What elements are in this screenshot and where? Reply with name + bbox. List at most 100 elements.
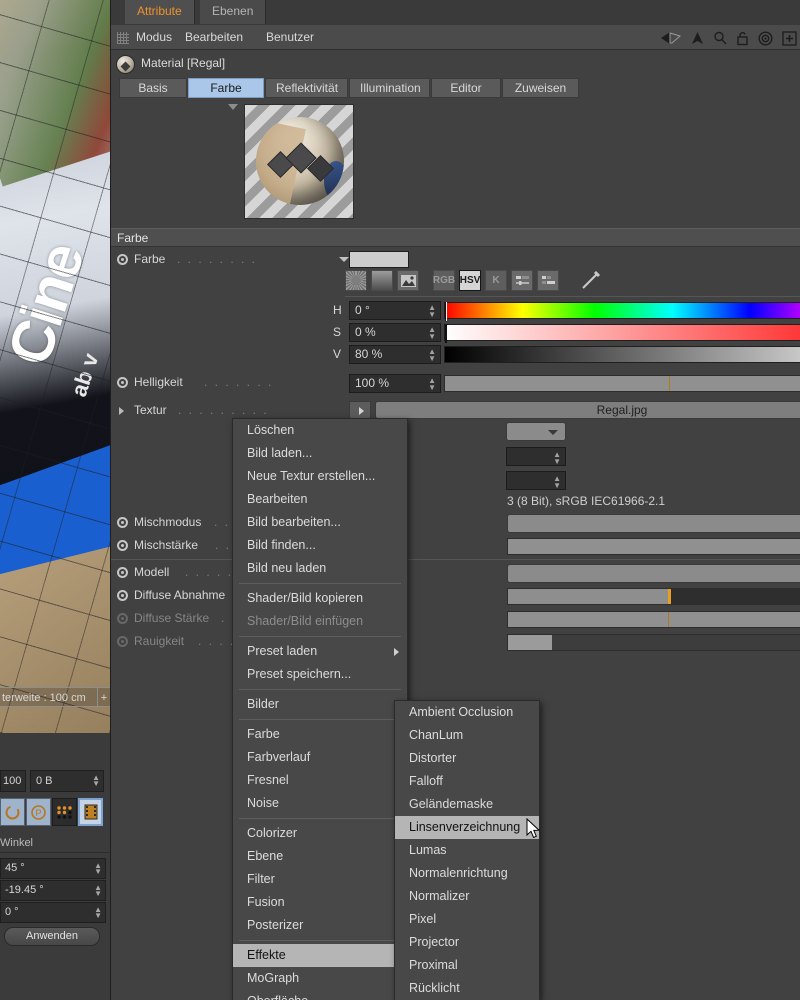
viewport-plus-icon[interactable]: + — [97, 688, 110, 708]
color-wheel-button[interactable] — [345, 270, 367, 291]
texture-menu-button[interactable] — [349, 401, 371, 419]
animate-dot-icon[interactable] — [117, 636, 128, 647]
left-panel-angle-x[interactable]: 45 ° ▲▼ — [0, 858, 106, 879]
spinner-icon[interactable]: ▲▼ — [94, 863, 102, 875]
search-icon[interactable] — [713, 31, 727, 45]
animate-dot-icon[interactable] — [117, 254, 128, 265]
apply-button[interactable]: Anwenden — [4, 927, 100, 946]
animate-dot-icon[interactable] — [117, 377, 128, 388]
diffuse-staerke-slider[interactable] — [507, 611, 800, 628]
left-panel-angle-z[interactable]: 0 ° ▲▼ — [0, 902, 106, 923]
submenu-item-proximal[interactable]: Proximal — [395, 954, 539, 977]
mixer-button[interactable] — [511, 270, 533, 291]
menu-item-bild-laden[interactable]: Bild laden... — [233, 442, 407, 465]
menu-item-colorizer[interactable]: Colorizer — [233, 822, 407, 845]
saturation-marker[interactable] — [445, 324, 447, 343]
submenu-item-falloff[interactable]: Falloff — [395, 770, 539, 793]
plus-icon[interactable] — [782, 31, 797, 46]
rotate-icon[interactable] — [0, 798, 25, 826]
texture-context-menu[interactable]: Löschen Bild laden... Neue Textur erstel… — [232, 418, 408, 1000]
spinner-icon[interactable]: ▲▼ — [92, 775, 100, 787]
spinner-icon[interactable]: ▲▼ — [428, 348, 436, 362]
lock-icon[interactable] — [736, 31, 749, 46]
menu-item-farbverlauf[interactable]: Farbverlauf — [233, 746, 407, 769]
submenu-item-linsenverzeichnung[interactable]: Linsenverzeichnung — [395, 816, 539, 839]
submenu-item-normalizer[interactable]: Normalizer — [395, 885, 539, 908]
texture-param-b[interactable]: ▲▼ — [506, 471, 566, 490]
submenu-item-ambient-occlusion[interactable]: Ambient Occlusion — [395, 701, 539, 724]
submenu-item-distorter[interactable]: Distorter — [395, 747, 539, 770]
menu-item-ebene[interactable]: Ebene — [233, 845, 407, 868]
menu-item-bearbeiten[interactable]: Bearbeiten — [233, 488, 407, 511]
tab-basis[interactable]: Basis — [119, 78, 187, 98]
value-input[interactable]: 80 % ▲▼ — [349, 345, 441, 364]
submenu-item-gelaendemaske[interactable]: Geländemaske — [395, 793, 539, 816]
chevron-down-icon[interactable] — [339, 257, 349, 262]
target-icon[interactable] — [758, 31, 773, 46]
menu-item-shader-bild-kopieren[interactable]: Shader/Bild kopieren — [233, 587, 407, 610]
film-strip-icon[interactable] — [78, 798, 103, 826]
material-thumbnail-icon[interactable] — [116, 55, 135, 74]
spinner-icon[interactable]: ▲▼ — [428, 326, 436, 340]
menu-item-bild-neu-laden[interactable]: Bild neu laden — [233, 557, 407, 580]
spinner-icon[interactable]: ▲▼ — [94, 885, 102, 897]
menu-item-mograph[interactable]: MoGraph — [233, 967, 407, 990]
menu-item-noise[interactable]: Noise — [233, 792, 407, 815]
submenu-item-lumas[interactable]: Lumas — [395, 839, 539, 862]
menu-item-neue-textur-erstellen[interactable]: Neue Textur erstellen... — [233, 465, 407, 488]
menu-item-loeschen[interactable]: Löschen — [233, 419, 407, 442]
mischstaerke-slider[interactable] — [507, 538, 800, 555]
spinner-icon[interactable]: ▲▼ — [94, 907, 102, 919]
texture-param-a[interactable]: ▲▼ — [506, 447, 566, 466]
submenu-item-pixel[interactable]: Pixel — [395, 908, 539, 931]
color-swatch[interactable] — [349, 251, 409, 268]
slider-knob[interactable] — [668, 612, 669, 627]
tab-farbe[interactable]: Farbe — [188, 78, 264, 98]
hue-gradient-bar[interactable] — [444, 302, 800, 319]
menu-item-farbe[interactable]: Farbe — [233, 723, 407, 746]
left-panel-size-field[interactable]: 0 B ▲▼ — [30, 770, 104, 792]
swatches-button[interactable] — [537, 270, 559, 291]
rgb-button[interactable]: RGB — [433, 270, 455, 291]
animate-dot-icon[interactable] — [117, 613, 128, 624]
menu-item-preset-speichern[interactable]: Preset speichern... — [233, 663, 407, 686]
modell-combo[interactable] — [507, 564, 800, 583]
spinner-icon[interactable]: ▲▼ — [553, 475, 561, 489]
tab-attribute[interactable]: Attribute — [125, 0, 195, 24]
rauigkeit-slider[interactable] — [507, 634, 800, 651]
menu-bearbeiten[interactable]: Bearbeiten — [185, 25, 243, 51]
p-icon[interactable]: P — [26, 798, 51, 826]
gradient-button[interactable] — [371, 270, 393, 291]
texture-path-field[interactable]: Regal.jpg — [375, 401, 800, 419]
menu-modus[interactable]: Modus — [136, 25, 172, 51]
left-panel-num-field[interactable]: 100 — [0, 770, 26, 792]
tab-ebenen[interactable]: Ebenen — [200, 0, 266, 24]
slider-knob[interactable] — [668, 589, 671, 604]
slider-knob[interactable] — [669, 376, 670, 391]
submenu-item-ruecklicht[interactable]: Rücklicht — [395, 977, 539, 1000]
diffuse-abnahme-slider[interactable] — [507, 588, 800, 605]
kelvin-button[interactable]: K — [485, 270, 507, 291]
value-gradient-bar[interactable] — [444, 346, 800, 363]
dots-grid-icon[interactable] — [52, 798, 77, 826]
animate-dot-icon[interactable] — [117, 567, 128, 578]
saturation-gradient-bar[interactable] — [444, 324, 800, 341]
animate-dot-icon[interactable] — [117, 517, 128, 528]
menu-benutzer[interactable]: Benutzer — [266, 25, 314, 51]
menu-item-bilder[interactable]: Bilder — [233, 693, 407, 716]
menu-item-preset-laden[interactable]: Preset laden — [233, 640, 407, 663]
image-picker-button[interactable] — [397, 270, 419, 291]
animate-dot-icon[interactable] — [117, 590, 128, 601]
saturation-input[interactable]: 0 % ▲▼ — [349, 323, 441, 342]
spinner-icon[interactable]: ▲▼ — [428, 377, 436, 391]
chevron-right-icon[interactable] — [119, 407, 124, 415]
texture-sampling-combo[interactable] — [506, 422, 566, 441]
mischmodus-combo[interactable] — [507, 514, 800, 533]
up-arrow-icon[interactable] — [691, 31, 704, 45]
menu-item-effekte[interactable]: Effekte — [233, 944, 407, 967]
submenu-item-chanlum[interactable]: ChanLum — [395, 724, 539, 747]
menu-item-fresnel[interactable]: Fresnel — [233, 769, 407, 792]
helligkeit-input[interactable]: 100 % ▲▼ — [349, 374, 441, 393]
tab-reflektivitaet[interactable]: Reflektivität — [265, 78, 348, 98]
menu-item-oberflaeche[interactable]: Oberfläche — [233, 990, 407, 1000]
